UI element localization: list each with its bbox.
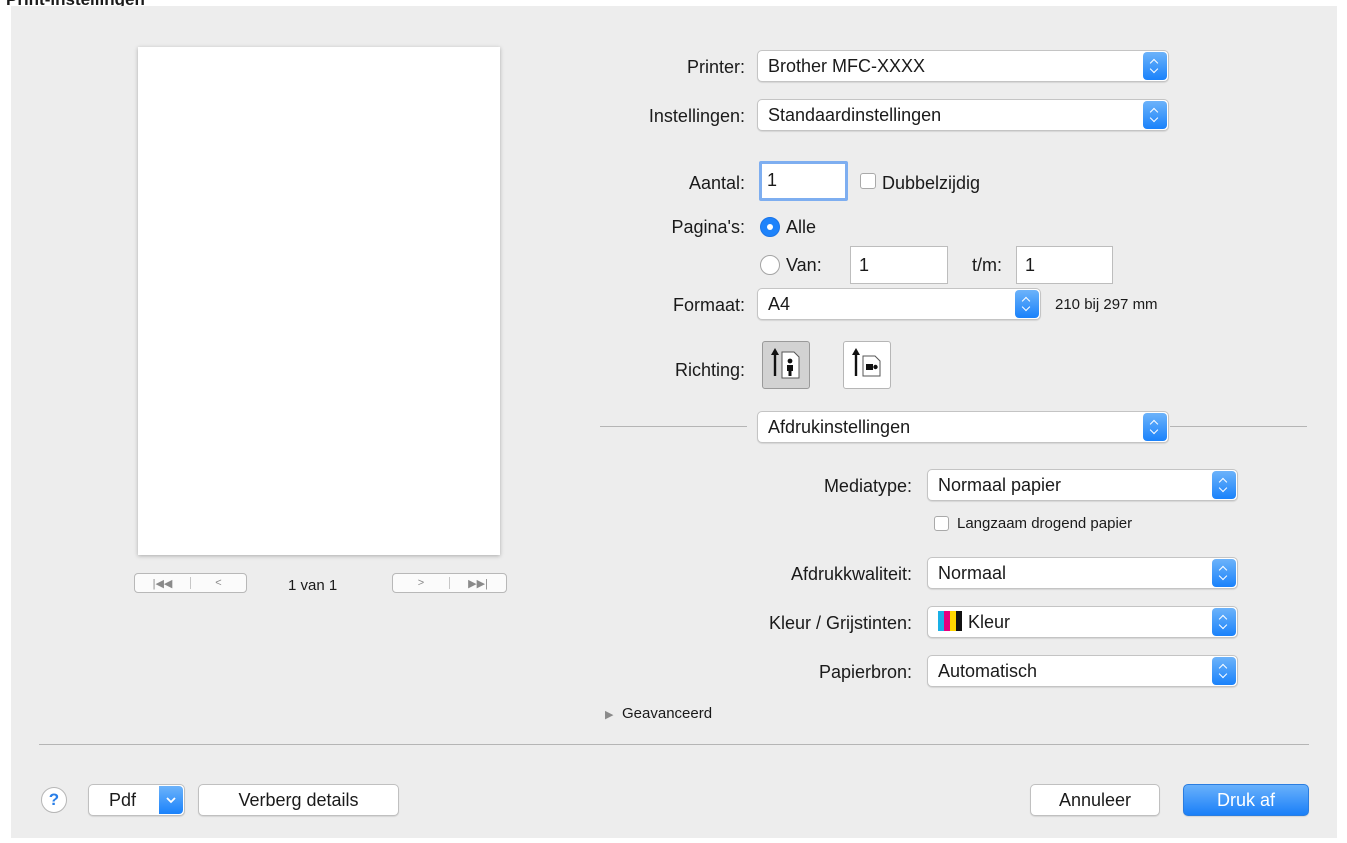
footer-divider — [39, 744, 1309, 745]
select-arrows-icon — [1212, 608, 1236, 636]
presets-select[interactable]: Standaardinstellingen — [757, 99, 1169, 131]
select-arrows-icon — [1212, 657, 1236, 685]
cancel-button[interactable]: Annuleer — [1030, 784, 1160, 816]
next-page-icon[interactable]: > — [393, 577, 449, 589]
presets-value: Standaardinstellingen — [768, 105, 942, 125]
pages-to-label: t/m: — [972, 255, 1002, 275]
pages-to-input[interactable]: 1 — [1016, 246, 1113, 284]
color-mode-label: Kleur / Grijstinten: — [768, 613, 912, 633]
preview-forward-controls: > ▶▶| — [392, 573, 507, 593]
section-divider-right — [1170, 426, 1307, 427]
landscape-orientation-icon — [852, 348, 881, 377]
paper-dimensions: 210 bij 297 mm — [1055, 296, 1158, 313]
select-arrows-icon — [1143, 101, 1167, 129]
advanced-label[interactable]: Geavanceerd — [622, 705, 712, 722]
print-button[interactable]: Druk af — [1183, 784, 1309, 816]
section-select[interactable]: Afdrukinstellingen — [757, 411, 1169, 443]
paper-size-select[interactable]: A4 — [757, 288, 1041, 320]
slow-drying-checkbox[interactable] — [934, 516, 949, 531]
media-type-label: Mediatype: — [823, 476, 912, 496]
print-dialog: |◀◀ < 1 van 1 > ▶▶| Printer: Brother MFC… — [11, 6, 1337, 838]
select-arrows-icon — [1212, 471, 1236, 499]
paper-source-label: Papierbron: — [818, 662, 912, 682]
section-divider-left — [600, 426, 747, 427]
paper-source-value: Automatisch — [938, 661, 1038, 681]
help-button[interactable]: ? — [41, 787, 67, 813]
pages-from-input[interactable]: 1 — [850, 246, 948, 284]
duplex-checkbox[interactable] — [860, 173, 876, 189]
printer-label: Printer: — [686, 57, 745, 77]
print-quality-value: Normaal — [938, 563, 1007, 583]
color-mode-value: Kleur — [968, 612, 1011, 632]
printer-value: Brother MFC-XXXX — [768, 56, 926, 76]
pages-label: Pagina's: — [671, 217, 746, 237]
slow-drying-label: Langzaam drogend papier — [957, 515, 1133, 532]
presets-label: Instellingen: — [648, 106, 745, 126]
section-value: Afdrukinstellingen — [768, 417, 911, 437]
hide-details-button[interactable]: Verberg details — [198, 784, 399, 816]
print-quality-label: Afdrukkwaliteit: — [790, 564, 912, 584]
page-preview — [138, 47, 500, 555]
copies-label: Aantal: — [688, 173, 745, 193]
pdf-menu-button[interactable]: Pdf — [88, 784, 185, 816]
color-mode-select[interactable]: Kleur — [927, 606, 1238, 638]
duplex-label: Dubbelzijdig — [882, 173, 981, 193]
portrait-button[interactable] — [762, 341, 810, 389]
pages-range-radio[interactable] — [760, 255, 780, 275]
pdf-label: Pdf — [109, 790, 137, 810]
select-arrows-icon — [1015, 290, 1039, 318]
orientation-label: Richting: — [674, 360, 745, 380]
paper-source-select[interactable]: Automatisch — [927, 655, 1238, 687]
pages-all-label: Alle — [786, 217, 817, 237]
page-indicator: 1 van 1 — [288, 577, 338, 594]
pages-from-label: Van: — [786, 255, 822, 275]
chevron-down-icon — [159, 786, 183, 814]
disclosure-triangle-icon[interactable]: ▶ — [605, 708, 613, 721]
select-arrows-icon — [1212, 559, 1236, 587]
pages-all-radio[interactable] — [760, 217, 780, 237]
printer-select[interactable]: Brother MFC-XXXX — [757, 50, 1169, 82]
select-arrows-icon — [1143, 413, 1167, 441]
media-type-select[interactable]: Normaal papier — [927, 469, 1238, 501]
copies-input[interactable]: 1 — [759, 161, 848, 201]
media-type-value: Normaal papier — [938, 475, 1062, 495]
color-bars-icon — [938, 611, 962, 631]
select-arrows-icon — [1143, 52, 1167, 80]
paper-size-label: Formaat: — [672, 295, 745, 315]
first-page-icon[interactable]: |◀◀ — [135, 577, 190, 590]
previous-page-icon[interactable]: < — [191, 577, 246, 589]
last-page-icon[interactable]: ▶▶| — [450, 577, 506, 590]
paper-size-value: A4 — [768, 294, 791, 314]
print-quality-select[interactable]: Normaal — [927, 557, 1238, 589]
portrait-orientation-icon — [771, 348, 800, 379]
preview-back-controls: |◀◀ < — [134, 573, 247, 593]
landscape-button[interactable] — [843, 341, 891, 389]
